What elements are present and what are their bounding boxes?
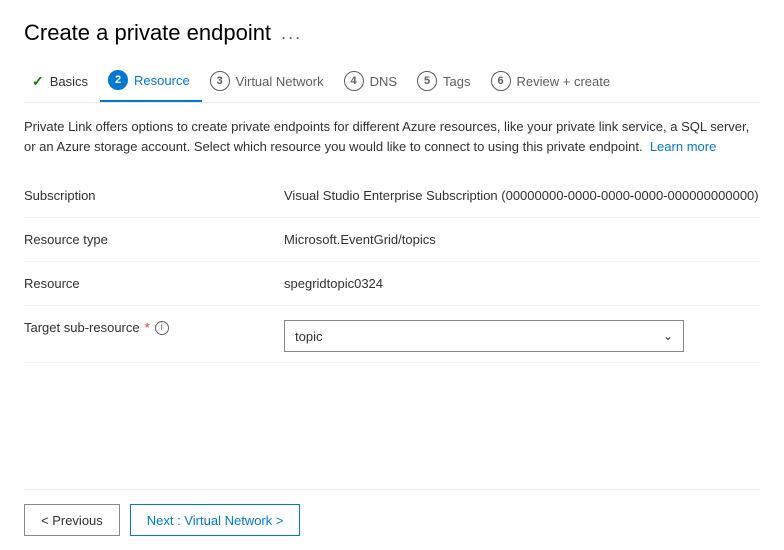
page-title: Create a private endpoint	[24, 20, 271, 46]
footer: < Previous Next : Virtual Network >	[24, 489, 760, 550]
step-dns-circle: 4	[344, 71, 364, 91]
target-sub-resource-label: Target sub-resource * i	[24, 316, 284, 335]
step-dns-label: DNS	[370, 74, 397, 89]
dropdown-selected-value: topic	[295, 329, 322, 344]
step-resource[interactable]: 2 Resource	[100, 62, 202, 102]
resource-type-row: Resource type Microsoft.EventGrid/topics	[24, 218, 760, 262]
resource-row: Resource spegridtopic0324	[24, 262, 760, 306]
step-tags-circle: 5	[417, 71, 437, 91]
chevron-down-icon: ⌄	[663, 329, 673, 343]
step-check-icon: ✓	[32, 73, 44, 90]
step-dns[interactable]: 4 DNS	[336, 63, 409, 101]
step-tags-label: Tags	[443, 74, 470, 89]
description-text: Private Link offers options to create pr…	[24, 119, 749, 154]
step-basics-label: Basics	[50, 74, 88, 89]
target-sub-resource-dropdown[interactable]: topic ⌄	[284, 320, 684, 352]
previous-button[interactable]: < Previous	[24, 504, 120, 536]
resource-label: Resource	[24, 272, 284, 291]
target-sub-resource-value: topic ⌄	[284, 316, 760, 352]
wizard-steps: ✓ Basics 2 Resource 3 Virtual Network 4 …	[24, 62, 760, 103]
step-virtual-network-label: Virtual Network	[236, 74, 324, 89]
step-review-create-label: Review + create	[517, 74, 611, 89]
step-basics[interactable]: ✓ Basics	[24, 65, 100, 100]
resource-type-label: Resource type	[24, 228, 284, 247]
step-resource-label: Resource	[134, 73, 190, 88]
step-tags[interactable]: 5 Tags	[409, 63, 482, 101]
info-icon[interactable]: i	[155, 321, 169, 335]
next-button[interactable]: Next : Virtual Network >	[130, 504, 301, 536]
form-section: Subscription Visual Studio Enterprise Su…	[24, 174, 760, 489]
page-title-dots: ...	[281, 23, 302, 44]
step-review-create-circle: 6	[491, 71, 511, 91]
resource-value: spegridtopic0324	[284, 272, 760, 291]
learn-more-link[interactable]: Learn more	[650, 139, 716, 154]
subscription-row: Subscription Visual Studio Enterprise Su…	[24, 174, 760, 218]
step-review-create[interactable]: 6 Review + create	[483, 63, 623, 101]
step-resource-circle: 2	[108, 70, 128, 90]
step-virtual-network-circle: 3	[210, 71, 230, 91]
required-indicator: *	[145, 320, 150, 335]
target-sub-resource-row: Target sub-resource * i topic ⌄	[24, 306, 760, 363]
resource-type-value: Microsoft.EventGrid/topics	[284, 228, 760, 247]
description: Private Link offers options to create pr…	[24, 117, 760, 156]
step-virtual-network[interactable]: 3 Virtual Network	[202, 63, 336, 101]
subscription-value: Visual Studio Enterprise Subscription (0…	[284, 184, 760, 203]
subscription-label: Subscription	[24, 184, 284, 203]
